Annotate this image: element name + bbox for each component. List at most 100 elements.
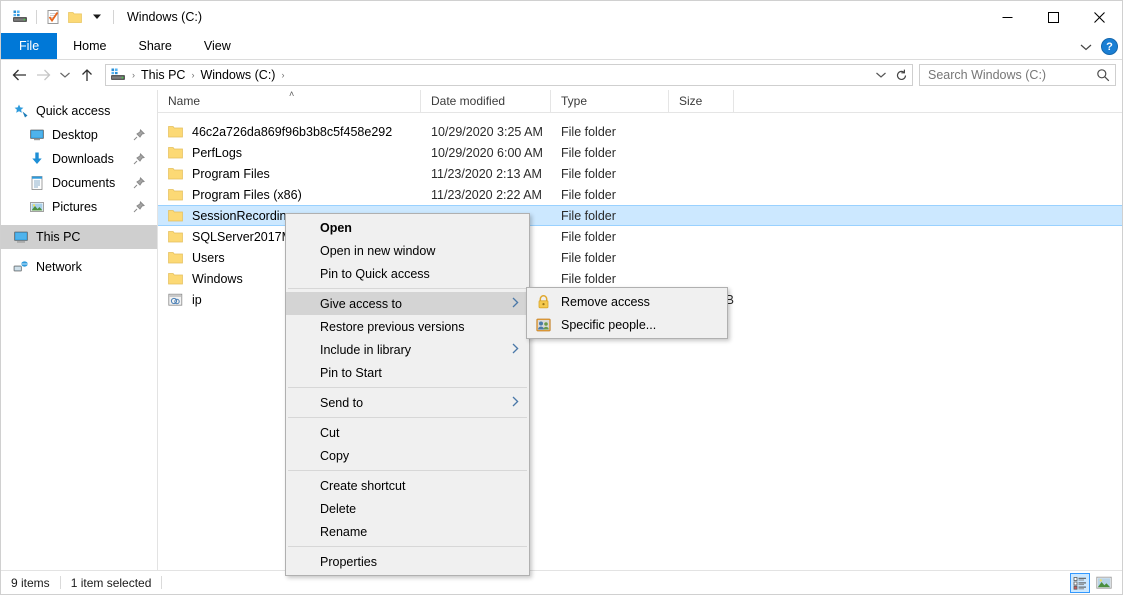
breadcrumb-drive-icon [110, 67, 130, 83]
table-row[interactable]: 46c2a726da869f96b3b8c5f458e292 10/29/202… [158, 121, 1122, 142]
breadcrumb-separator-1[interactable]: › [189, 70, 196, 80]
menu-item-open-in-new-window[interactable]: Open in new window [286, 239, 529, 262]
pin-icon[interactable] [133, 177, 145, 189]
breadcrumb-separator-0[interactable]: › [130, 70, 137, 80]
menu-item-copy[interactable]: Copy [286, 444, 529, 467]
menu-item-rename[interactable]: Rename [286, 520, 529, 543]
pin-icon[interactable] [133, 129, 145, 141]
menu-item-label: Open in new window [320, 244, 435, 258]
submenu-item-remove-access[interactable]: Remove access [527, 290, 727, 313]
up-button[interactable] [75, 63, 99, 87]
chevron-down-icon[interactable] [1077, 37, 1095, 57]
forward-button[interactable] [31, 63, 55, 87]
sidebar-item-desktop[interactable]: Desktop [1, 123, 157, 147]
folder-icon [168, 250, 188, 266]
table-row[interactable]: Program Files 11/23/2020 2:13 AM File fo… [158, 163, 1122, 184]
menu-item-label: Send to [320, 396, 363, 410]
breadcrumb-separator-2[interactable]: › [279, 70, 286, 80]
table-row[interactable]: PerfLogs 10/29/2020 6:00 AM File folder [158, 142, 1122, 163]
menu-item-properties[interactable]: Properties [286, 550, 529, 573]
refresh-icon[interactable] [892, 65, 910, 85]
sidebar-item-documents[interactable]: Documents [1, 171, 157, 195]
sidebar-item-downloads[interactable]: Downloads [1, 147, 157, 171]
breadcrumb-windows-c[interactable]: Windows (C:) [196, 68, 279, 82]
downloads-icon [29, 151, 49, 167]
menu-separator [288, 417, 527, 418]
chevron-right-icon [512, 297, 519, 311]
menu-item-create-shortcut[interactable]: Create shortcut [286, 474, 529, 497]
pin-icon[interactable] [133, 201, 145, 213]
table-row[interactable]: Program Files (x86) 11/23/2020 2:22 AM F… [158, 184, 1122, 205]
network-icon [13, 259, 33, 275]
tab-home[interactable]: Home [57, 33, 122, 59]
breadcrumb-this-pc[interactable]: This PC [137, 68, 189, 82]
maximize-button[interactable] [1030, 1, 1076, 33]
tab-view[interactable]: View [188, 33, 247, 59]
column-header-label: Name [168, 94, 200, 108]
search-icon[interactable] [1095, 68, 1111, 82]
sidebar-item-label: Pictures [52, 200, 97, 214]
column-header-type[interactable]: Type [551, 90, 669, 112]
lock-icon [535, 293, 552, 310]
sidebar-item-label: Documents [52, 176, 115, 190]
sidebar-item-this-pc[interactable]: This PC [1, 225, 157, 249]
large-icons-view-button[interactable] [1094, 573, 1114, 593]
file-type: File folder [551, 209, 669, 223]
pictures-icon [29, 199, 49, 215]
menu-item-include-in-library[interactable]: Include in library [286, 338, 529, 361]
folder-icon [168, 229, 188, 245]
menu-item-label: Cut [320, 426, 339, 440]
customize-qat-icon[interactable] [86, 6, 108, 28]
menu-item-delete[interactable]: Delete [286, 497, 529, 520]
file-type: File folder [551, 188, 669, 202]
details-view-button[interactable] [1070, 573, 1090, 593]
submenu-item-specific-people[interactable]: Specific people... [527, 313, 727, 336]
file-name: 46c2a726da869f96b3b8c5f458e292 [192, 125, 392, 139]
menu-item-cut[interactable]: Cut [286, 421, 529, 444]
give-access-to-submenu[interactable]: Remove access Specific people... [526, 287, 728, 339]
menu-item-send-to[interactable]: Send to [286, 391, 529, 414]
breadcrumb-right-controls [872, 65, 910, 85]
column-header-date-modified[interactable]: Date modified [421, 90, 551, 112]
status-selection: 1 item selected [61, 576, 162, 590]
this-pc-icon [13, 229, 33, 245]
new-folder-icon[interactable] [64, 6, 86, 28]
submenu-item-label: Remove access [561, 295, 650, 309]
explorer-window: Windows (C:) File Home Share View ? [0, 0, 1123, 595]
back-button[interactable] [7, 63, 31, 87]
recent-locations-button[interactable] [55, 63, 75, 87]
drive-icon[interactable] [9, 6, 31, 28]
sidebar-item-label: Downloads [52, 152, 114, 166]
menu-separator [288, 546, 527, 547]
tab-share[interactable]: Share [123, 33, 188, 59]
star-pin-icon [13, 103, 33, 119]
folder-icon [168, 124, 188, 140]
properties-icon[interactable] [42, 6, 64, 28]
menu-item-pin-to-start[interactable]: Pin to Start [286, 361, 529, 384]
documents-icon [29, 175, 49, 191]
help-icon[interactable]: ? [1101, 38, 1118, 55]
column-header-label: Size [679, 94, 702, 108]
search-input[interactable] [928, 68, 1095, 82]
view-buttons [1070, 571, 1114, 595]
breadcrumb-bar[interactable]: › This PC › Windows (C:) › [105, 64, 913, 86]
navigation-pane: Quick access Desktop [1, 90, 158, 570]
menu-item-open[interactable]: Open [286, 216, 529, 239]
sidebar-item-pictures[interactable]: Pictures [1, 195, 157, 219]
sidebar-item-quick-access[interactable]: Quick access [1, 99, 157, 123]
column-header-name[interactable]: ˄ Name [158, 90, 421, 112]
minimize-button[interactable] [984, 1, 1030, 33]
menu-item-pin-to-quick-access[interactable]: Pin to Quick access [286, 262, 529, 285]
menu-item-label: Copy [320, 449, 349, 463]
address-dropdown-icon[interactable] [872, 65, 890, 85]
tab-file[interactable]: File [1, 33, 57, 59]
qat-separator-2 [113, 10, 114, 24]
context-menu[interactable]: Open Open in new window Pin to Quick acc… [285, 213, 530, 576]
menu-item-restore-previous-versions[interactable]: Restore previous versions [286, 315, 529, 338]
menu-item-give-access-to[interactable]: Give access to [286, 292, 529, 315]
search-box[interactable] [919, 64, 1116, 86]
sidebar-item-network[interactable]: Network [1, 255, 157, 279]
pin-icon[interactable] [133, 153, 145, 165]
close-button[interactable] [1076, 1, 1122, 33]
column-header-size[interactable]: Size [669, 90, 734, 112]
